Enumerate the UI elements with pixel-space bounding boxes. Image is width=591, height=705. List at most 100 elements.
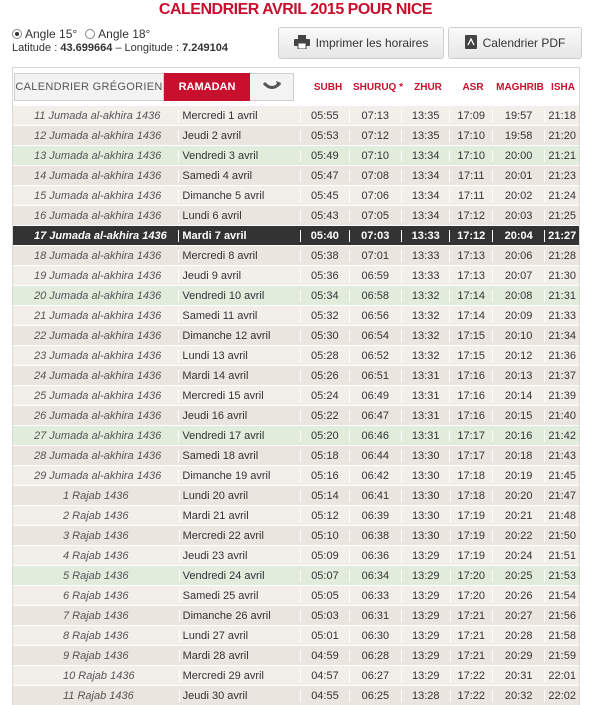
time-cell-shuruq: 07:08 (348, 169, 401, 182)
gregorian-date-cell: Samedi 11 avril (178, 309, 300, 322)
angle-15-radio[interactable] (12, 29, 22, 39)
angle-15-option[interactable]: Angle 15° (12, 27, 77, 41)
time-cell-maghrib: 20:32 (492, 689, 544, 702)
angle-18-radio[interactable] (85, 29, 96, 39)
time-cell-isha: 21:53 (544, 569, 579, 582)
table-row: 28 Jumada al-akhira 1436 Samedi 18 avril 0… (13, 446, 579, 466)
time-cell-maghrib: 20:08 (491, 289, 544, 302)
time-cell-asr: 17:21 (449, 629, 493, 642)
time-cell-shuruq: 06:51 (348, 369, 401, 382)
hijri-date-cell: 12 Jumada al-akhira 1436 (34, 129, 162, 142)
time-cell-isha: 21:51 (544, 549, 579, 562)
angle-15-label: Angle 15° (25, 27, 78, 41)
time-cell-zhur: 13:28 (401, 689, 449, 702)
time-cell-shuruq: 07:13 (348, 109, 401, 122)
table-row: 18 Jumada al-akhira 1436 Mercredi 8 avril… (13, 246, 579, 266)
col-zhur-header: ZHUR (414, 81, 442, 93)
time-cell-zhur: 13:32 (400, 309, 449, 322)
time-cell-subh: 05:07 (300, 569, 348, 582)
time-cell-zhur: 13:29 (401, 669, 449, 682)
gregorian-date-cell: Mercredi 22 avril (178, 529, 301, 542)
time-cell-isha: 21:56 (544, 609, 579, 622)
time-cell-shuruq: 07:01 (348, 249, 401, 262)
time-cell-shuruq: 06:27 (348, 669, 401, 682)
table-row: 15 Jumada al-akhira 1436 Dimanche 5 avril… (13, 186, 579, 206)
hijri-date-cell: 14 Jumada al-akhira 1436 (34, 169, 162, 182)
time-cell-zhur: 13:29 (401, 549, 449, 562)
time-cell-isha: 21:30 (544, 269, 579, 282)
time-cell-zhur: 13:31 (400, 389, 449, 402)
gregorian-date-cell: Samedi 4 avril (178, 169, 300, 182)
time-cell-zhur: 13:30 (401, 489, 449, 502)
table-row: 11 Rajab 1436 Jeudi 30 avril 04:55 06:25 13:… (13, 686, 579, 705)
time-cell-zhur: 13:30 (400, 469, 449, 482)
time-cell-maghrib: 20:01 (491, 169, 544, 182)
time-cell-subh: 05:47 (300, 169, 348, 182)
tab-gregorian[interactable]: CALENDRIER GRÉGORIEN (14, 73, 164, 101)
hijri-date-cell: 9 Rajab 1436 (63, 649, 129, 662)
time-cell-subh: 05:36 (300, 269, 348, 282)
time-cell-zhur: 13:33 (400, 249, 449, 262)
time-cell-maghrib: 20:03 (491, 209, 544, 222)
gregorian-date-cell: Vendredi 3 avril (178, 149, 300, 162)
time-cell-subh: 05:34 (300, 289, 348, 302)
tab-toggle[interactable] (250, 73, 294, 101)
gregorian-date-cell: Mercredi 29 avril (178, 669, 301, 682)
table-row: 27 Jumada al-akhira 1436 Vendredi 17 avri… (13, 426, 579, 446)
col-isha-header: ISHA (551, 81, 575, 93)
table-row: 1 Rajab 1436 Lundi 20 avril 05:14 06:41 13:3… (13, 486, 579, 506)
pdf-calendar-button[interactable]: Calendrier PDF (448, 27, 582, 59)
time-cell-asr: 17:11 (449, 169, 492, 182)
pdf-icon (464, 34, 477, 52)
time-cell-subh: 05:26 (300, 369, 348, 382)
hijri-date-cell: 28 Jumada al-akhira 1436 (34, 449, 162, 462)
hijri-date-cell: 23 Jumada al-akhira 1436 (34, 349, 162, 362)
gregorian-date-cell: Mercredi 1 avril (178, 109, 300, 122)
time-cell-shuruq: 06:25 (348, 689, 401, 702)
table-row: 6 Rajab 1436 Samedi 25 avril 05:05 06:33 13:… (13, 586, 579, 606)
time-cell-maghrib: 20:12 (491, 349, 544, 362)
table-row: 29 Jumada al-akhira 1436 Dimanche 19 avri… (13, 466, 579, 486)
gregorian-date-cell: Mardi 7 avril (178, 229, 300, 242)
gregorian-date-cell: Dimanche 19 avril (178, 469, 300, 482)
page-title: CALENDRIER AVRIL 2015 POUR NICE (158, 1, 433, 18)
time-cell-maghrib: 20:26 (492, 589, 544, 602)
time-cell-isha: 21:54 (544, 589, 579, 602)
time-cell-maghrib: 20:09 (491, 309, 544, 322)
tab-ramadan[interactable]: RAMADAN (164, 73, 250, 101)
table-row: 4 Rajab 1436 Jeudi 23 avril 05:09 06:36 13:2… (13, 546, 579, 566)
time-cell-isha: 21:20 (544, 129, 579, 142)
time-cell-shuruq: 06:31 (348, 609, 401, 622)
gregorian-date-cell: Vendredi 17 avril (178, 429, 300, 442)
hijri-date-cell: 27 Jumada al-akhira 1436 (34, 429, 162, 442)
time-cell-subh: 05:05 (300, 589, 348, 602)
time-cell-asr: 17:20 (449, 569, 493, 582)
time-cell-isha: 22:01 (544, 669, 579, 682)
hijri-date-cell: 20 Jumada al-akhira 1436 (34, 289, 162, 302)
time-cell-asr: 17:11 (449, 189, 492, 202)
angle-18-option[interactable]: Angle 18° (85, 27, 150, 41)
time-cell-asr: 17:16 (449, 409, 492, 422)
time-cell-zhur: 13:30 (401, 529, 449, 542)
printer-icon (293, 34, 310, 52)
curved-arrow-icon (262, 80, 282, 95)
time-cell-isha: 22:02 (544, 689, 579, 702)
time-cell-zhur: 13:29 (401, 649, 449, 662)
angle-selector: Angle 15° Angle 18° (12, 27, 156, 41)
table-row: 2 Rajab 1436 Mardi 21 avril 05:12 06:39 13:3… (13, 506, 579, 526)
time-cell-maghrib: 20:15 (491, 409, 544, 422)
table-row: 24 Jumada al-akhira 1436 Mardi 14 avril 05… (13, 366, 579, 386)
print-schedule-button[interactable]: Imprimer les horaires (278, 27, 444, 59)
col-maghrib-header: MAGHRIB (496, 81, 544, 93)
time-cell-isha: 21:37 (544, 369, 579, 382)
time-cell-maghrib: 20:13 (491, 369, 544, 382)
time-cell-asr: 17:21 (449, 649, 493, 662)
time-cell-maghrib: 20:24 (492, 549, 544, 562)
longitude-label: – Longitude : (112, 42, 183, 54)
time-cell-asr: 17:10 (449, 129, 492, 142)
hijri-date-cell: 1 Rajab 1436 (63, 489, 129, 502)
time-cell-isha: 21:40 (544, 409, 579, 422)
gregorian-date-cell: Jeudi 23 avril (178, 549, 301, 562)
time-cell-asr: 17:09 (449, 109, 492, 122)
pdf-button-label: Calendrier PDF (482, 36, 566, 50)
